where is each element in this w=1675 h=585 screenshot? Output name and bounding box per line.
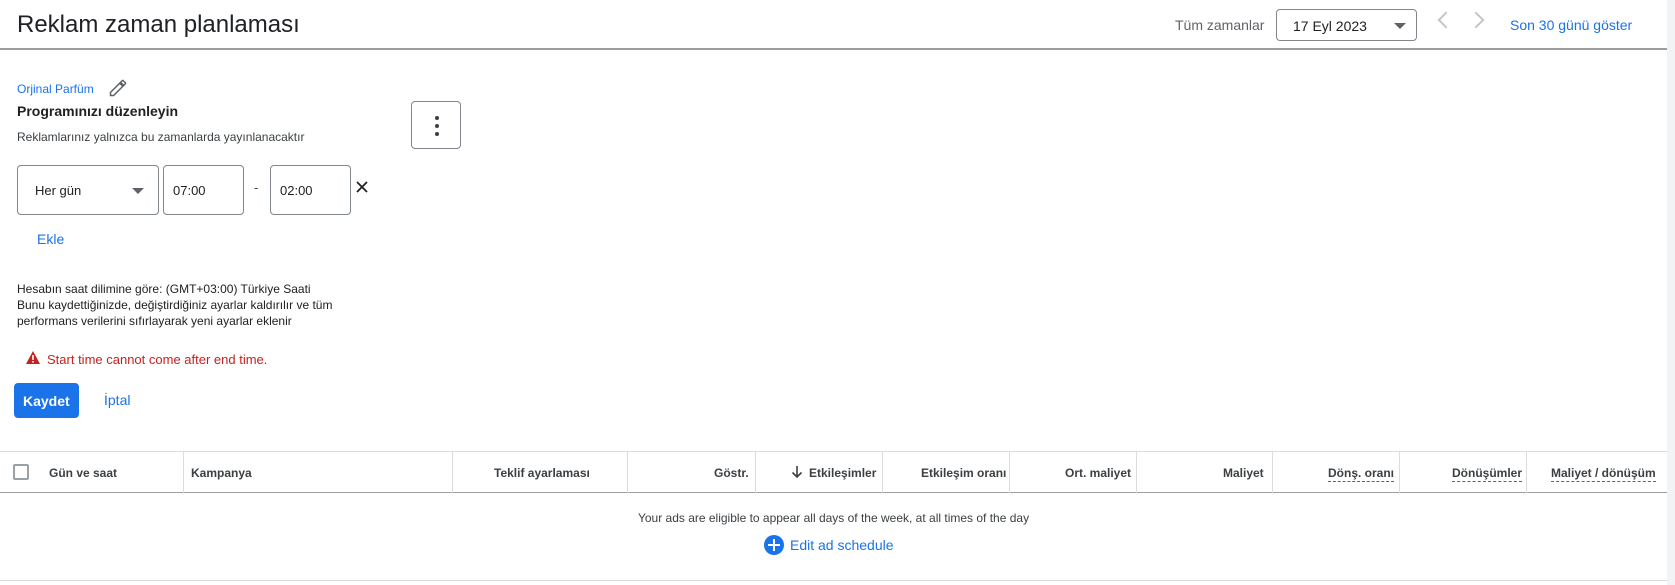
scrollbar-track[interactable] [1667,0,1675,585]
column-header-cost-per-conversion[interactable]: Maliyet / dönüşüm [1551,466,1656,482]
column-header-interaction-rate[interactable]: Etkileşim oranı [921,466,1006,480]
end-time-value: 02:00 [280,183,313,198]
warning-note-line2: performans verilerini sıfırlayarak yeni … [17,314,292,328]
warning-note-line1: Bunu kaydettiğinizde, değiştirdiğiniz ay… [17,298,333,312]
day-select[interactable]: Her gün [17,165,159,215]
time-separator: - [254,180,259,195]
save-button-label: Kaydet [23,393,70,409]
divider [0,580,1667,581]
page-header: Reklam zaman planlaması Tüm zamanlar 17 … [0,0,1675,50]
date-range-label: Tüm zamanlar [1175,17,1265,33]
column-header-interactions[interactable]: Etkileşimler [809,466,876,480]
table-header: Gün ve saat Kampanya Teklif ayarlaması G… [0,451,1667,493]
campaign-link[interactable]: Orjinal Parfüm [17,82,94,96]
start-time-input[interactable]: 07:00 [163,165,244,215]
more-options-button[interactable] [411,101,461,149]
column-header-conversion-rate[interactable]: Dönş. oranı [1328,466,1395,482]
date-select-value: 17 Eyl 2023 [1293,18,1367,34]
page-title: Reklam zaman planlaması [17,11,300,38]
chevron-left-icon[interactable] [1437,11,1455,29]
column-header-campaign[interactable]: Kampanya [191,466,252,480]
editor-title: Programınızı düzenleyin [17,103,179,119]
column-header-impressions[interactable]: Göstr. [714,466,749,480]
timezone-note: Hesabın saat dilimine göre: (GMT+03:00) … [17,282,311,296]
column-header-cost[interactable]: Maliyet [1223,466,1264,480]
cancel-button[interactable]: İptal [104,392,130,408]
save-button[interactable]: Kaydet [14,383,79,418]
dropdown-caret-icon [132,188,144,194]
column-header-bid-adjustment[interactable]: Teklif ayarlaması [494,466,590,480]
add-circle-icon [764,535,784,555]
select-all-checkbox[interactable] [13,464,29,480]
error-message: Start time cannot come after end time. [47,352,268,367]
column-header-conversions[interactable]: Dönüşümler [1452,466,1523,482]
pencil-icon[interactable] [108,78,128,98]
empty-table-message: Your ads are eligible to appear all days… [637,511,1030,525]
editor-subtitle: Reklamlarınız yalnızca bu zamanlarda yay… [17,130,305,144]
end-time-input[interactable]: 02:00 [270,165,351,215]
date-select[interactable]: 17 Eyl 2023 [1276,9,1417,41]
show-last-30-days-link[interactable]: Son 30 günü göster [1510,17,1632,33]
start-time-value: 07:00 [173,183,206,198]
dropdown-caret-icon [1394,23,1406,29]
arrow-down-icon [791,466,803,479]
column-header-day-time[interactable]: Gün ve saat [49,466,117,480]
add-schedule-link[interactable]: Ekle [37,231,64,247]
edit-ad-schedule-label: Edit ad schedule [790,537,894,553]
day-select-value: Her gün [35,183,82,198]
column-header-avg-cost[interactable]: Ort. maliyet [1065,466,1131,480]
chevron-right-icon[interactable] [1467,11,1485,29]
close-icon[interactable] [354,179,370,195]
warning-icon [26,351,40,364]
